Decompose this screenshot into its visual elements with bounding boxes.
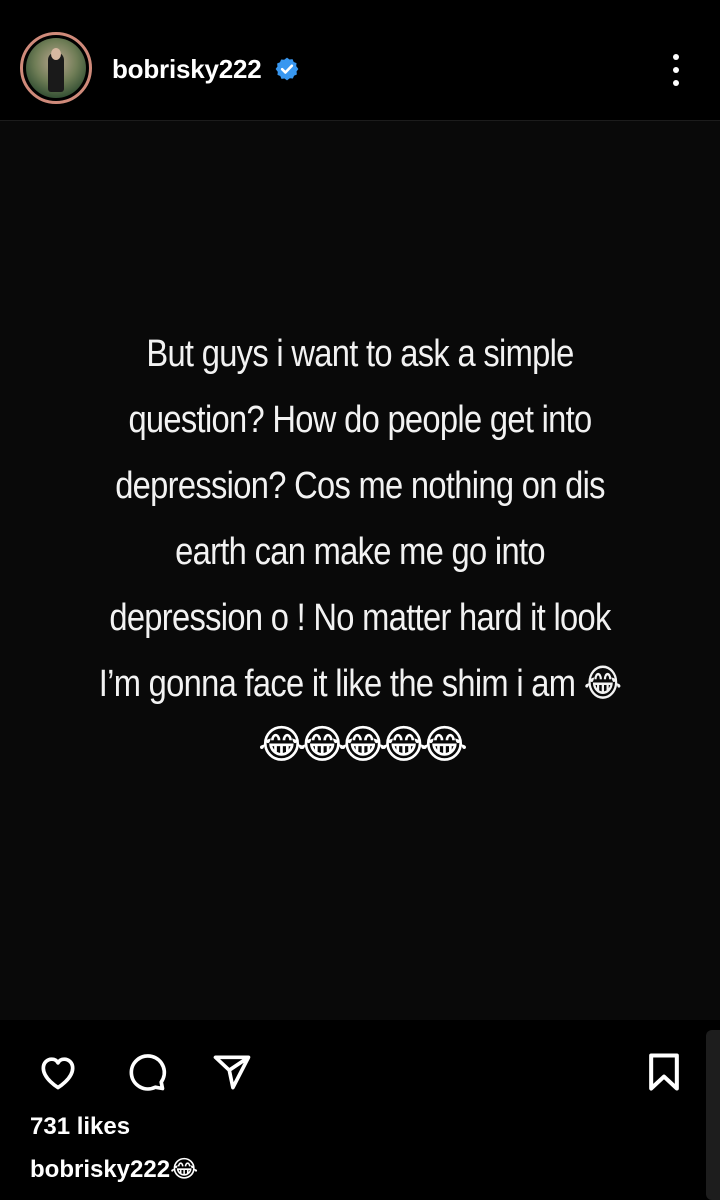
more-options-button[interactable]: [660, 50, 692, 90]
likes-count[interactable]: 731 likes: [30, 1113, 130, 1141]
story-line: earth can make me go into: [175, 531, 545, 573]
caption-emoji: 😂: [170, 1156, 199, 1183]
story-line: But guys i want to ask a simple: [146, 333, 574, 375]
story-post-image: But guys i want to ask a simple question…: [0, 121, 720, 1020]
post-caption: bobrisky222😂: [30, 1155, 198, 1184]
emoji-line: 😂😂😂😂😂: [258, 723, 468, 767]
story-text: But guys i want to ask a simple question…: [85, 321, 635, 717]
avatar-image: [26, 38, 86, 98]
post-actions-bar: 731 likes bobrisky222😂: [0, 1020, 720, 1200]
send-icon[interactable]: [210, 1050, 254, 1094]
scroll-edge: [706, 1030, 720, 1200]
story-line: depression o ! No matter hard it look: [109, 597, 611, 639]
bookmark-icon[interactable]: [642, 1050, 686, 1094]
more-dot: [673, 54, 679, 60]
comment-icon[interactable]: [124, 1050, 168, 1094]
more-dot: [673, 67, 679, 73]
heart-icon[interactable]: [36, 1050, 80, 1094]
post-header: bobrisky222: [0, 0, 720, 121]
profile-avatar[interactable]: [20, 32, 92, 104]
post-username[interactable]: bobrisky222: [112, 54, 262, 84]
story-line: depression? Cos me nothing on dis: [115, 465, 605, 507]
avatar-face: [51, 48, 61, 60]
more-dot: [673, 80, 679, 86]
caption-username[interactable]: bobrisky222: [30, 1156, 170, 1183]
verified-badge-icon: [275, 57, 299, 81]
story-line: question? How do people get into: [128, 399, 592, 441]
story-line: I’m gonna face it like the shim i am 😂: [98, 663, 622, 705]
